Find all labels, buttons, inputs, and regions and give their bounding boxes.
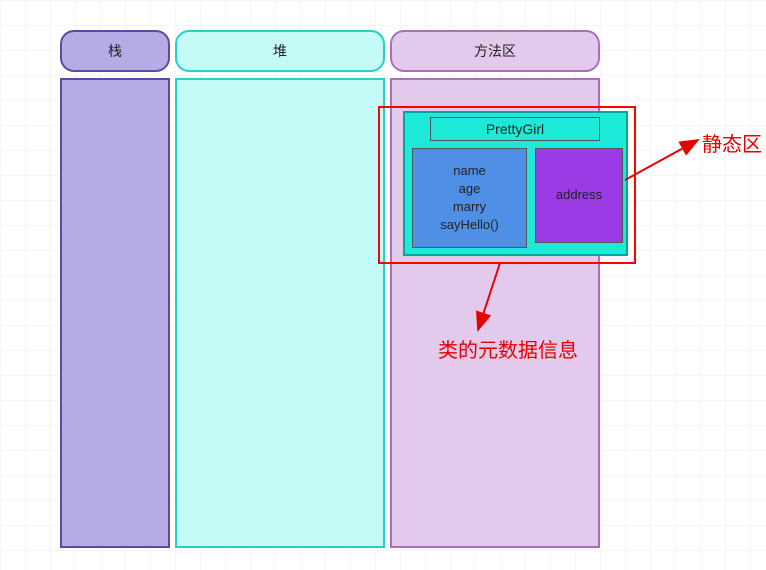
instance-member-item: name [453, 162, 486, 180]
method-area-tab-label: 方法区 [474, 41, 516, 61]
instance-member-item: age [459, 180, 481, 198]
method-area-tab: 方法区 [390, 30, 600, 72]
class-name-label: PrettyGirl [486, 121, 544, 137]
stack-body [60, 78, 170, 548]
instance-members-box: name age marry sayHello() [412, 148, 527, 248]
static-area-annotation: 静态区 [702, 128, 762, 157]
instance-member-item: marry [453, 198, 486, 216]
heap-tab: 堆 [175, 30, 385, 72]
heap-tab-label: 堆 [273, 41, 287, 61]
metadata-annotation: 类的元数据信息 [438, 334, 578, 363]
static-members-box: address [535, 148, 623, 243]
stack-tab: 栈 [60, 30, 170, 72]
instance-member-item: sayHello() [440, 216, 499, 234]
stack-tab-label: 栈 [108, 41, 122, 61]
static-member-item: address [556, 186, 602, 204]
class-header: PrettyGirl [430, 117, 600, 141]
heap-body [175, 78, 385, 548]
